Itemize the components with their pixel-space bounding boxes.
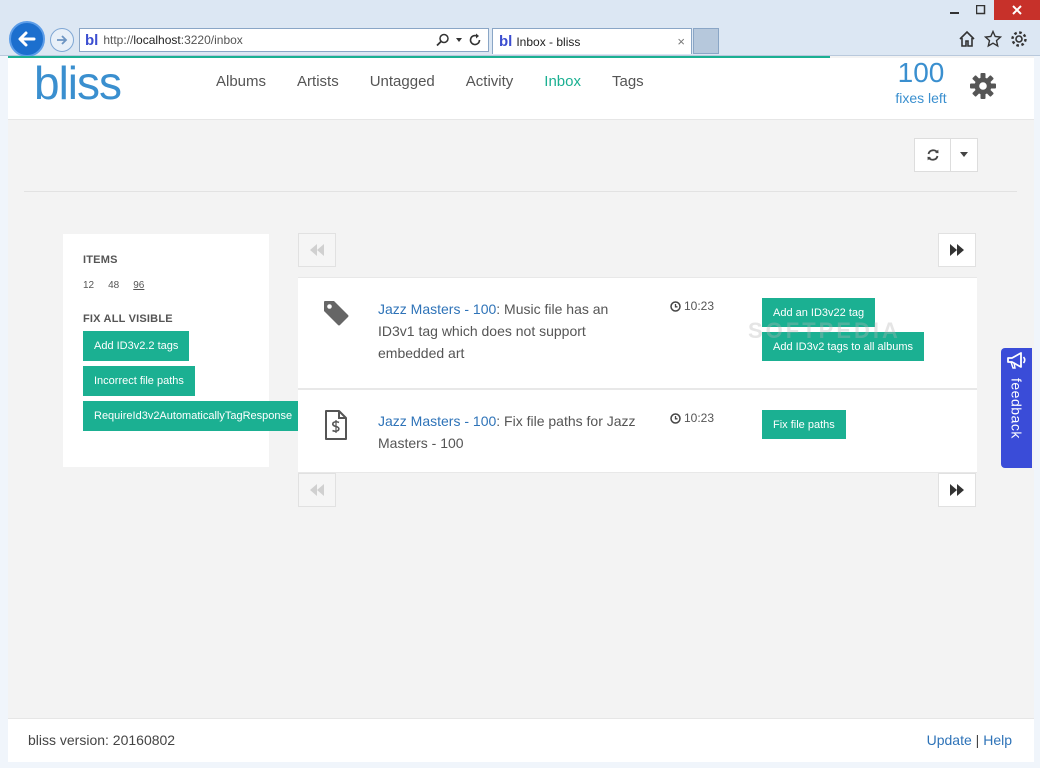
- nav-untagged[interactable]: Untagged: [362, 73, 443, 90]
- inbox-item-actions: Fix file paths: [762, 410, 846, 439]
- close-window-button[interactable]: [994, 0, 1040, 20]
- inbox-item-time: 10:23: [670, 411, 714, 425]
- search-icon[interactable]: [436, 33, 450, 47]
- nav-tags[interactable]: Tags: [604, 73, 652, 90]
- arrow-left-icon: [18, 31, 36, 47]
- inbox-item-message: Jazz Masters - 100: Music file has an ID…: [378, 301, 609, 361]
- refresh-icon: [927, 149, 938, 161]
- update-link[interactable]: Update: [927, 732, 972, 748]
- maximize-icon: [976, 5, 986, 15]
- browser-chrome: bl http://localhost:3220/inbox bl Inbox …: [0, 0, 1040, 57]
- items-count-48[interactable]: 48: [108, 280, 119, 291]
- site-favicon: bl: [85, 31, 99, 49]
- items-count-96[interactable]: 96: [133, 280, 144, 291]
- tab-favicon: bl: [499, 33, 513, 50]
- inbox-item-message: Jazz Masters - 100: Fix file paths for J…: [378, 413, 636, 451]
- tab-close-icon[interactable]: ×: [677, 34, 685, 49]
- gear-icon[interactable]: [968, 71, 998, 101]
- softpedia-watermark: SOFTPEDIA: [748, 318, 901, 343]
- fixes-left-label: fixes left: [895, 90, 947, 106]
- fix-all-visible-heading: FIX ALL VISIBLE: [83, 313, 173, 325]
- album-link[interactable]: Jazz Masters - 100: [378, 413, 496, 429]
- fix-file-paths-button[interactable]: Fix file paths: [762, 410, 846, 439]
- new-tab-button[interactable]: [693, 28, 719, 54]
- close-icon: [1012, 5, 1022, 15]
- pager-first-top[interactable]: [298, 233, 336, 267]
- arrow-right-icon: [57, 35, 68, 45]
- require-id3v2-auto-tag-button[interactable]: RequireId3v2AutomaticallyTagResponse: [83, 401, 300, 431]
- bliss-logo[interactable]: bliss: [34, 58, 122, 108]
- megaphone-icon: [1006, 352, 1026, 369]
- fixes-left-counter[interactable]: 100 fixes left: [888, 57, 954, 107]
- address-bar[interactable]: bl http://localhost:3220/inbox: [79, 28, 489, 52]
- tab-title: Inbox - bliss: [516, 34, 581, 49]
- caret-down-icon: [960, 152, 968, 157]
- browser-tab-inbox[interactable]: bl Inbox - bliss ×: [492, 28, 692, 54]
- clock-icon: [670, 300, 681, 312]
- pager-last-bottom[interactable]: [938, 473, 976, 507]
- nav-artists[interactable]: Artists: [289, 73, 347, 90]
- fixes-left-count: 100: [897, 57, 945, 88]
- fix-all-buttons: Add ID3v2.2 tags Incorrect file paths Re…: [83, 331, 300, 431]
- add-id3v22-tags-button[interactable]: Add ID3v2.2 tags: [83, 331, 190, 361]
- back-button[interactable]: [9, 21, 45, 57]
- file-path-icon: [325, 410, 347, 440]
- version-text: bliss version: 20160802: [28, 732, 176, 748]
- nav-activity[interactable]: Activity: [458, 73, 522, 90]
- inbox-sidebar: ITEMS 12 48 96 FIX ALL VISIBLE Add ID3v2…: [63, 234, 300, 467]
- browser-toolbar-icons: [958, 30, 1028, 48]
- pager-last-top[interactable]: [938, 233, 976, 267]
- items-per-page: 12 48 96: [83, 280, 269, 291]
- feedback-label: feedback: [1008, 378, 1025, 439]
- settings-gear-icon[interactable]: [1010, 30, 1028, 48]
- items-heading: ITEMS: [83, 254, 118, 266]
- app-footer: bliss version: 20160802 Update | Help: [8, 718, 1034, 762]
- home-icon[interactable]: [958, 30, 976, 48]
- feedback-tab[interactable]: feedback: [1001, 348, 1032, 468]
- minimize-button[interactable]: [942, 0, 968, 20]
- refresh-page-icon[interactable]: [468, 33, 482, 47]
- chevron-down-icon[interactable]: [455, 36, 463, 44]
- star-icon[interactable]: [984, 30, 1002, 48]
- address-url[interactable]: http://localhost:3220/inbox: [103, 33, 436, 47]
- fast-backward-icon: [310, 244, 324, 256]
- nav-albums[interactable]: Albums: [208, 73, 274, 90]
- nav-inbox[interactable]: Inbox: [536, 73, 589, 90]
- items-count-12[interactable]: 12: [83, 280, 94, 291]
- window-controls: [942, 0, 1040, 22]
- inbox-item: Jazz Masters - 100: Fix file paths for J…: [298, 389, 977, 473]
- forward-button[interactable]: [50, 28, 74, 52]
- refresh-button-group: [914, 138, 978, 172]
- inbox-item-time: 10:23: [670, 299, 714, 313]
- tag-icon: [324, 301, 349, 326]
- footer-links: Update | Help: [926, 732, 1012, 748]
- main-nav: Albums Artists Untagged Activity Inbox T…: [208, 58, 667, 104]
- refresh-button[interactable]: [915, 139, 951, 171]
- fast-forward-icon: [950, 244, 964, 256]
- app-header: bliss Albums Artists Untagged Activity I…: [8, 58, 1034, 120]
- clock-icon: [670, 412, 681, 424]
- help-link[interactable]: Help: [983, 732, 1012, 748]
- maximize-button[interactable]: [968, 0, 994, 20]
- minimize-icon: [950, 12, 959, 14]
- page-content: bliss Albums Artists Untagged Activity I…: [8, 56, 1034, 762]
- fast-forward-icon: [950, 484, 964, 496]
- fast-backward-icon: [310, 484, 324, 496]
- album-link[interactable]: Jazz Masters - 100: [378, 301, 496, 317]
- refresh-options-dropdown[interactable]: [951, 139, 977, 171]
- incorrect-file-paths-button[interactable]: Incorrect file paths: [83, 366, 195, 396]
- divider: [24, 191, 1017, 192]
- pager-first-bottom[interactable]: [298, 473, 336, 507]
